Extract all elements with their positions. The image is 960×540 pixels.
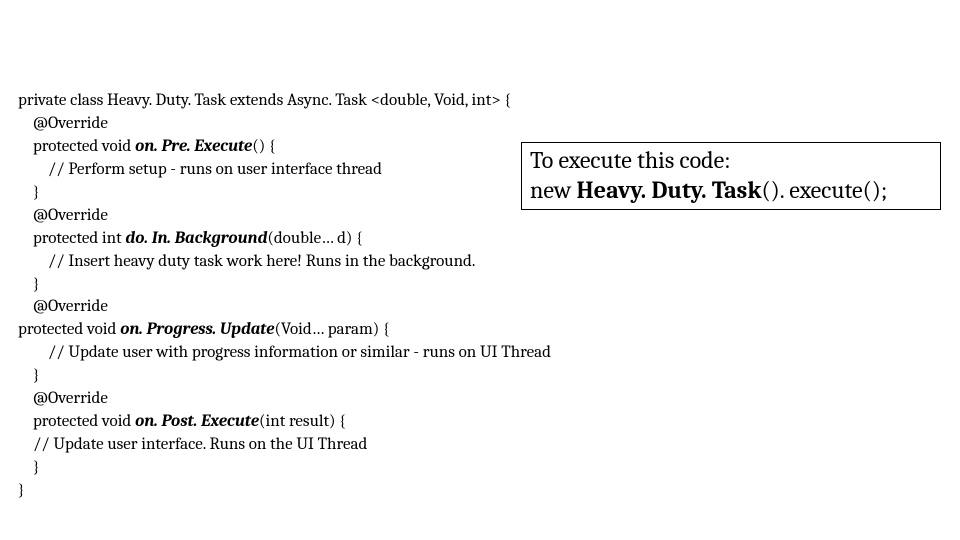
code-line: } — [18, 274, 551, 297]
callout-line1: To execute this code: — [530, 145, 932, 175]
code-line: @Override — [18, 205, 551, 228]
code-line: @Override — [18, 113, 551, 136]
callout-line2: new Heavy. Duty. Task(). execute(); — [530, 175, 932, 205]
code-line: @Override — [18, 296, 551, 319]
code-line: @Override — [18, 388, 551, 411]
code-line: private class Heavy. Duty. Task extends … — [18, 90, 551, 113]
code-line: // Insert heavy duty task work here! Run… — [18, 251, 551, 274]
code-line: } — [18, 182, 551, 205]
callout-box: To execute this code: new Heavy. Duty. T… — [521, 142, 941, 210]
code-line: } — [18, 365, 551, 388]
code-line: protected void on. Pre. Execute() { — [18, 136, 551, 159]
code-line: } — [18, 457, 551, 480]
code-line: } — [18, 480, 551, 503]
code-line: protected int do. In. Background(double…… — [18, 228, 551, 251]
code-line: protected void on. Post. Execute(int res… — [18, 411, 551, 434]
code-line: // Update user interface. Runs on the UI… — [18, 434, 551, 457]
code-line: protected void on. Progress. Update(Void… — [18, 319, 551, 342]
code-line: // Perform setup - runs on user interfac… — [18, 159, 551, 182]
code-line: // Update user with progress information… — [18, 342, 551, 365]
code-block: private class Heavy. Duty. Task extends … — [18, 90, 551, 503]
